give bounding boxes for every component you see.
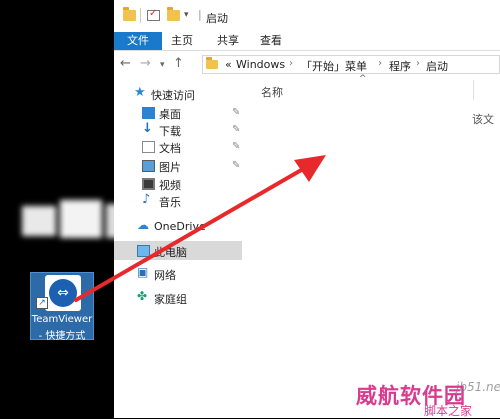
annotation-arrow <box>74 155 326 302</box>
watermark-subtitle: 脚本之家 <box>424 404 473 418</box>
